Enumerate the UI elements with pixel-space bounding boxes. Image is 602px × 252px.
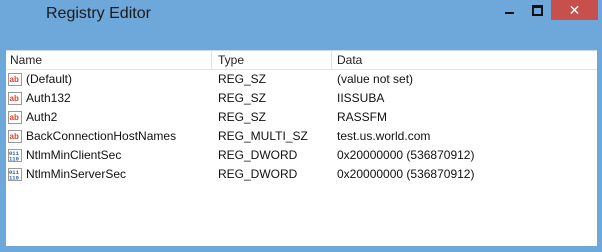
value-type: REG_SZ (218, 91, 267, 105)
window-bottom-border[interactable] (0, 246, 602, 252)
value-name: BackConnectionHostNames (26, 129, 177, 143)
column-header-data[interactable]: Data (337, 51, 362, 69)
table-row[interactable]: ab (Default) REG_SZ (value not set) (6, 70, 597, 89)
binary-value-icon: 011 110 (8, 168, 22, 182)
value-name: Auth2 (26, 110, 58, 124)
value-name: NtlmMinServerSec (26, 167, 127, 181)
svg-text:ab: ab (10, 75, 19, 84)
svg-text:110: 110 (9, 175, 19, 182)
value-data: RASSFM (337, 110, 388, 124)
registry-editor-window: Registry Editor ✕ Name Type Data ab (Def… (0, 0, 602, 252)
window-title: Registry Editor (46, 5, 151, 22)
value-type: REG_DWORD (218, 167, 298, 181)
close-icon: ✕ (568, 2, 581, 18)
maximize-icon (531, 4, 543, 16)
svg-text:ab: ab (10, 94, 19, 103)
string-value-icon: ab (8, 73, 22, 86)
svg-text:ab: ab (10, 132, 19, 141)
maximize-button[interactable] (524, 0, 550, 20)
value-data: 0x20000000 (536870912) (337, 167, 475, 181)
table-row[interactable]: ab Auth132 REG_SZ IISSUBA (6, 89, 597, 108)
column-header-type[interactable]: Type (218, 51, 244, 69)
table-row[interactable]: 011 110 NtlmMinServerSec REG_DWORD 0x2000… (6, 165, 597, 184)
value-data: 0x20000000 (536870912) (337, 148, 475, 162)
column-header: Name Type Data (6, 51, 597, 70)
column-divider[interactable] (211, 51, 212, 69)
title-bar[interactable]: Registry Editor ✕ (0, 0, 602, 36)
value-name: Auth132 (26, 91, 71, 105)
svg-text:ab: ab (10, 113, 19, 122)
value-type: REG_SZ (218, 110, 267, 124)
svg-text:110: 110 (9, 156, 19, 163)
binary-value-icon: 011 110 (8, 149, 22, 163)
string-value-icon: ab (8, 111, 22, 124)
minimize-button[interactable] (495, 0, 523, 20)
value-data: (value not set) (337, 72, 414, 86)
table-row[interactable]: ab Auth2 REG_SZ RASSFM (6, 108, 597, 127)
table-row[interactable]: ab BackConnectionHostNames REG_MULTI_SZ … (6, 127, 597, 146)
value-data: test.us.world.com (337, 129, 431, 143)
value-type: REG_MULTI_SZ (218, 129, 308, 143)
table-row[interactable]: 011 110 NtlmMinClientSec REG_DWORD 0x2000… (6, 146, 597, 165)
value-name: (Default) (26, 72, 73, 86)
value-name: NtlmMinClientSec (26, 148, 122, 162)
value-data: IISSUBA (337, 91, 385, 105)
value-type: REG_SZ (218, 72, 267, 86)
column-header-name[interactable]: Name (10, 51, 42, 69)
value-type: REG_DWORD (218, 148, 298, 162)
close-button[interactable]: ✕ (551, 0, 598, 20)
values-list-view[interactable]: Name Type Data ab (Default) REG_SZ (valu… (6, 50, 597, 247)
string-value-icon: ab (8, 130, 22, 143)
column-divider[interactable] (331, 51, 332, 69)
string-value-icon: ab (8, 92, 22, 105)
minimize-icon (504, 12, 514, 14)
